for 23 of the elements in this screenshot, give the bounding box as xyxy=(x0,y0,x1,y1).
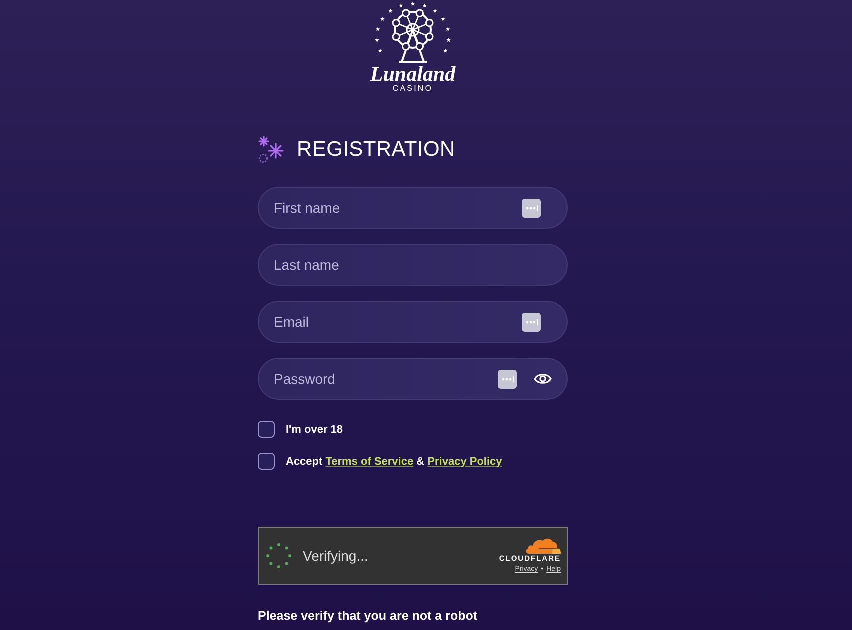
sparkles-icon xyxy=(258,136,286,164)
checkbox-label: Accept Terms of Service & Privacy Policy xyxy=(286,456,502,468)
ferris-wheel-logo-icon xyxy=(373,2,453,64)
logo-tagline: CASINO xyxy=(392,84,434,93)
cloud-icon xyxy=(525,537,561,554)
eye-icon[interactable] xyxy=(534,372,552,386)
input-field[interactable]: Email xyxy=(258,301,568,343)
ellipsis-icon[interactable] xyxy=(522,199,541,218)
ellipsis-icon[interactable] xyxy=(498,370,517,389)
checkbox[interactable] xyxy=(258,421,275,438)
agreement-link[interactable]: Terms of Service xyxy=(326,456,414,468)
captcha-status: Verifying... xyxy=(303,548,370,564)
logo-wordmark: Lunaland xyxy=(370,64,456,84)
checkbox-label: I'm over 18 xyxy=(286,424,344,436)
input-field[interactable]: Last name xyxy=(258,244,568,286)
spinner-icon xyxy=(265,542,293,570)
verification-message: Please verify that you are not a robot xyxy=(258,608,479,624)
input-field[interactable]: Password xyxy=(258,358,568,400)
input-field[interactable]: First name xyxy=(258,187,568,229)
ellipsis-icon[interactable] xyxy=(522,313,541,332)
agreement-link[interactable]: Privacy Policy xyxy=(428,456,502,468)
checkbox[interactable] xyxy=(258,453,275,470)
page-title: REGISTRATION xyxy=(297,137,456,163)
